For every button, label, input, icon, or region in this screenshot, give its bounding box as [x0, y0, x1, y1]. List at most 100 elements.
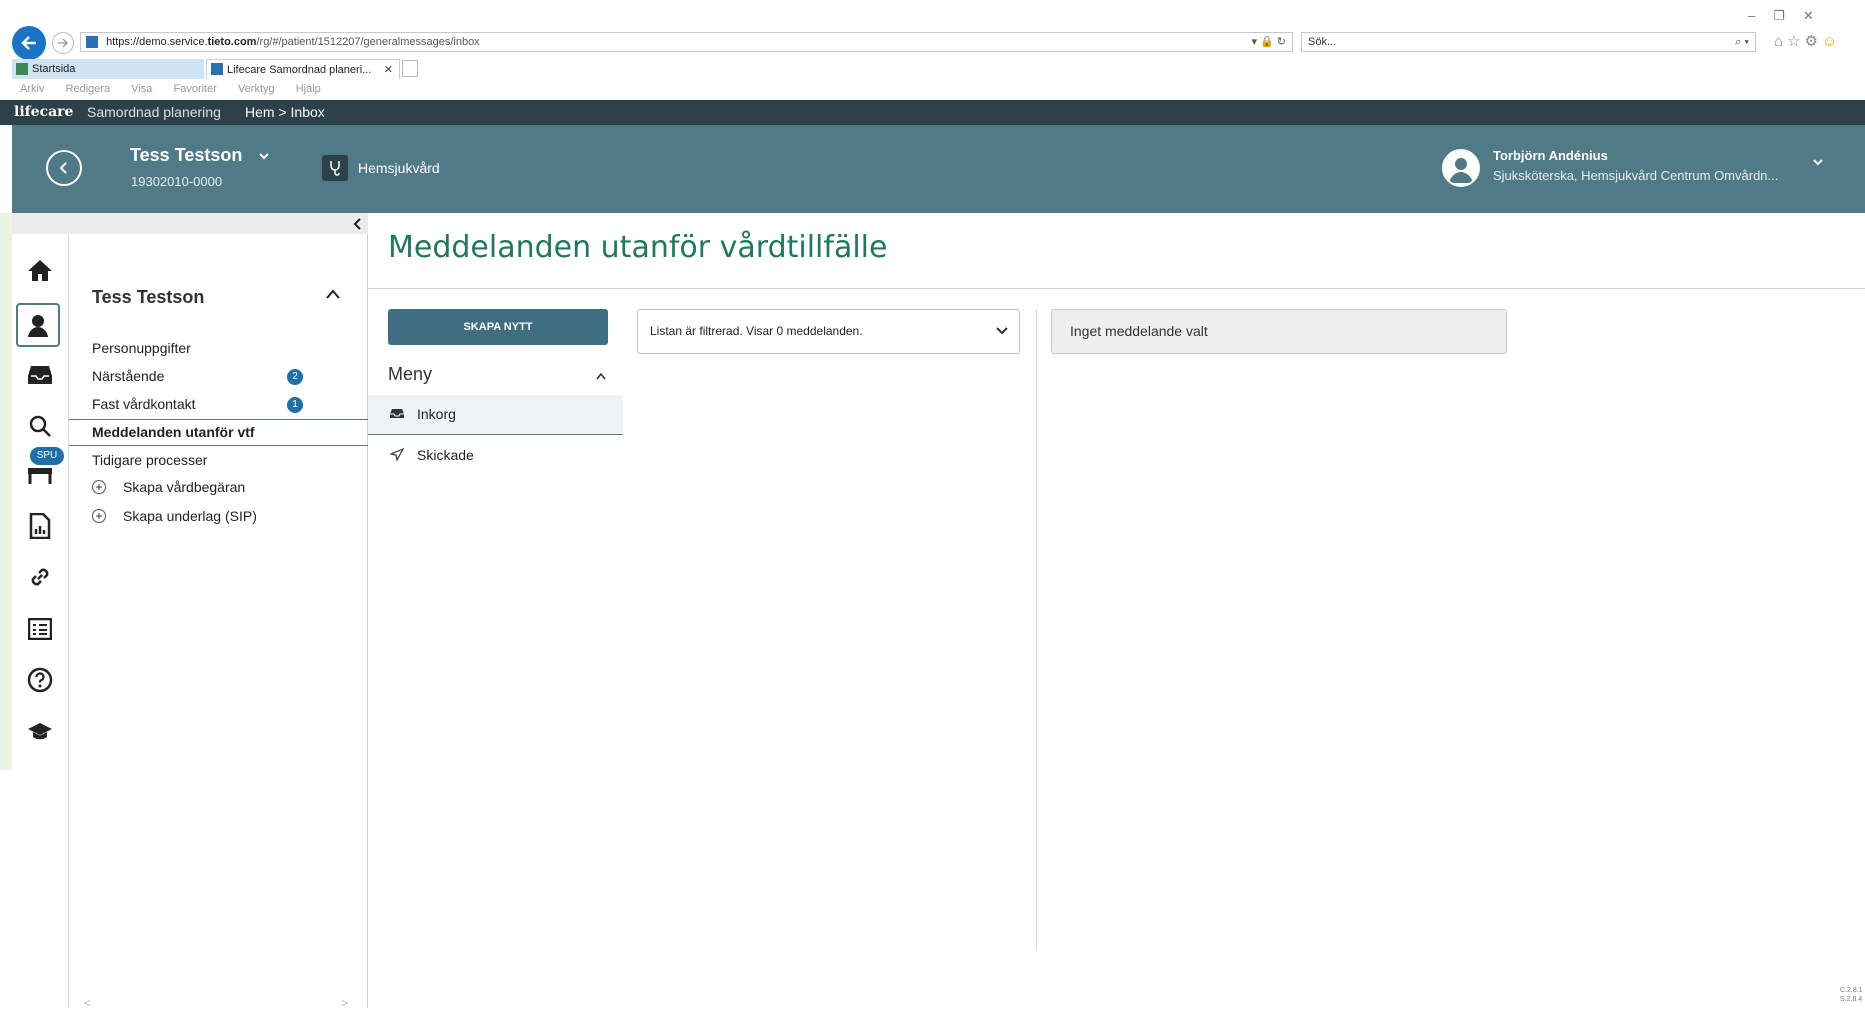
menu-verktyg[interactable]: Verktyg	[238, 83, 275, 95]
browser-menubar: Arkiv Redigera Visa Favoriter Verktyg Hj…	[20, 83, 339, 95]
lifecare-favicon-icon	[211, 63, 223, 75]
startsida-favicon-icon	[16, 63, 28, 75]
inbox-nav-icon[interactable]	[26, 361, 54, 389]
url-domain: tieto.com	[207, 36, 257, 48]
minimize-icon[interactable]: –	[1748, 8, 1773, 23]
breadcrumb: Hem > Inbox	[245, 104, 325, 120]
address-bar[interactable]: https://demo.service.tieto.com/rg/#/pati…	[80, 32, 1293, 52]
menu-item-inkorg[interactable]: Inkorg	[368, 395, 623, 435]
menu-collapse-chevron-icon[interactable]	[595, 371, 607, 381]
patient-header: Tess Testson 19302010-0000 Hemsjukvård T…	[12, 125, 1865, 213]
window-controls: –❐✕	[1748, 8, 1832, 24]
browser-tab-startsida[interactable]: Startsida	[12, 59, 204, 79]
search-nav-icon[interactable]	[26, 412, 54, 440]
menu-item-label: Skickade	[417, 447, 474, 463]
plus-circle-icon[interactable]: +	[92, 509, 106, 523]
plus-circle-icon[interactable]: +	[92, 480, 106, 494]
icon-rail: SPU	[12, 234, 69, 1008]
patient-nav-icon[interactable]	[16, 303, 60, 347]
care-unit-label: Hemsjukvård	[358, 160, 440, 176]
title-divider	[368, 288, 1865, 289]
close-tab-icon[interactable]: ✕	[384, 60, 393, 80]
patient-dropdown-chevron-icon[interactable]	[257, 149, 271, 168]
menu-item-label: Inkorg	[417, 406, 456, 422]
list-detail-divider	[1036, 309, 1037, 949]
menu-redigera[interactable]: Redigera	[66, 83, 111, 95]
app-module-name: Samordnad planering	[87, 104, 221, 120]
search-icon[interactable]: ⌕ ▾	[1735, 33, 1749, 51]
arrow-right-icon	[58, 38, 68, 48]
chevron-up-icon[interactable]	[325, 288, 341, 300]
nav-item-label: Meddelanden utanför vtf	[92, 424, 255, 440]
search-placeholder: Sök...	[1308, 36, 1337, 48]
side-strip	[0, 213, 12, 770]
restore-icon[interactable]: ❐	[1773, 8, 1803, 23]
user-menu-chevron-icon[interactable]	[1811, 155, 1825, 174]
settings-gear-icon[interactable]: ⚙	[1805, 33, 1822, 50]
nav-item-narstaende[interactable]: Närstående	[92, 368, 164, 384]
tab-label: Startsida	[32, 63, 76, 75]
bed-nav-icon[interactable]	[26, 461, 54, 489]
panel-collapse-bar	[12, 213, 368, 234]
education-nav-icon[interactable]	[26, 717, 54, 745]
narstaende-count-badge: 2	[287, 369, 303, 385]
patient-nav-panel: Tess Testson Personuppgifter Närstående …	[69, 234, 368, 1010]
menu-favoriter[interactable]: Favoriter	[173, 83, 216, 95]
browser-search-field[interactable]: Sök... ⌕ ▾	[1301, 32, 1756, 52]
patient-name[interactable]: Tess Testson	[130, 145, 242, 166]
patient-personal-number: 19302010-0000	[131, 174, 223, 189]
patient-back-button[interactable]	[46, 150, 82, 186]
message-filter-dropdown[interactable]: Listan är filtrerad. Visar 0 meddelanden…	[637, 309, 1020, 354]
back-button[interactable]	[12, 26, 46, 60]
nav-item-skapa-vardbegaran[interactable]: Skapa vårdbegäran	[123, 479, 245, 495]
user-avatar-icon	[1442, 149, 1480, 187]
nav-panel-title: Tess Testson	[92, 287, 205, 307]
user-role: Sjuksköterska, Hemsjukvård Centrum Omvår…	[1493, 168, 1779, 183]
site-favicon-icon	[86, 36, 98, 48]
browser-tab-lifecare[interactable]: Lifecare Samordnad planeri... ✕	[206, 59, 400, 79]
nav-item-tidigare-processer[interactable]: Tidigare processer	[92, 452, 207, 468]
arrow-left-icon	[21, 36, 36, 50]
url-path: /rg/#/patient/1512207/generalmessages/in…	[256, 36, 480, 48]
smiley-icon[interactable]: ☺	[1822, 33, 1841, 50]
menu-item-skickade[interactable]: Skickade	[368, 437, 623, 473]
fast-vardkontakt-count-badge: 1	[287, 397, 303, 413]
send-icon	[390, 448, 404, 461]
app-logo: lifecare	[14, 104, 74, 120]
nav-item-personuppgifter[interactable]: Personuppgifter	[92, 340, 191, 356]
page-title: Meddelanden utanför vårdtillfälle	[388, 230, 888, 265]
link-nav-icon[interactable]	[26, 563, 54, 591]
tab-label: Lifecare Samordnad planeri...	[227, 64, 372, 76]
version-label-1: C.2.8.1	[1840, 987, 1863, 994]
inbox-icon	[390, 409, 404, 418]
help-nav-icon[interactable]	[26, 666, 54, 694]
create-new-button[interactable]: SKAPA NYTT	[388, 309, 608, 345]
version-label-2: S.2.8.4	[1840, 996, 1863, 1003]
menu-arkiv[interactable]: Arkiv	[20, 83, 44, 95]
menu-visa[interactable]: Visa	[131, 83, 152, 95]
nav-item-fast-vardkontakt[interactable]: Fast vårdkontakt	[92, 396, 196, 412]
no-message-selected-panel: Inget meddelande valt	[1051, 309, 1507, 354]
browser-toolbar-icons: ⌂☆⚙☺	[1774, 32, 1841, 50]
forms-nav-icon[interactable]	[26, 615, 54, 643]
report-nav-icon[interactable]	[26, 512, 54, 540]
nav-item-meddelanden-active[interactable]: Meddelanden utanför vtf	[69, 419, 368, 446]
menu-hjalp[interactable]: Hjälp	[296, 83, 321, 95]
chevron-left-icon	[59, 162, 67, 174]
new-tab-button[interactable]	[402, 60, 418, 77]
close-window-icon[interactable]: ✕	[1803, 8, 1832, 23]
home-nav-icon[interactable]	[26, 256, 54, 284]
app-topbar: lifecare Samordnad planering Hem > Inbox	[0, 100, 1865, 125]
filter-status-text: Listan är filtrerad. Visar 0 meddelanden…	[650, 324, 863, 338]
chevron-down-icon	[996, 327, 1008, 335]
favorites-star-icon[interactable]: ☆	[1787, 33, 1804, 50]
collapse-panel-chevron-icon[interactable]	[353, 218, 363, 230]
nav-item-skapa-underlag[interactable]: Skapa underlag (SIP)	[123, 508, 257, 524]
user-name[interactable]: Torbjörn Andénius	[1493, 148, 1608, 163]
address-tools-icon[interactable]: ▾ 🔒 ↻	[1251, 33, 1286, 51]
forward-button[interactable]	[52, 32, 74, 54]
url-prefix: https://demo.service.	[106, 36, 208, 48]
stethoscope-icon	[322, 155, 348, 181]
menu-section-title: Meny	[388, 364, 433, 384]
home-icon[interactable]: ⌂	[1774, 33, 1787, 50]
